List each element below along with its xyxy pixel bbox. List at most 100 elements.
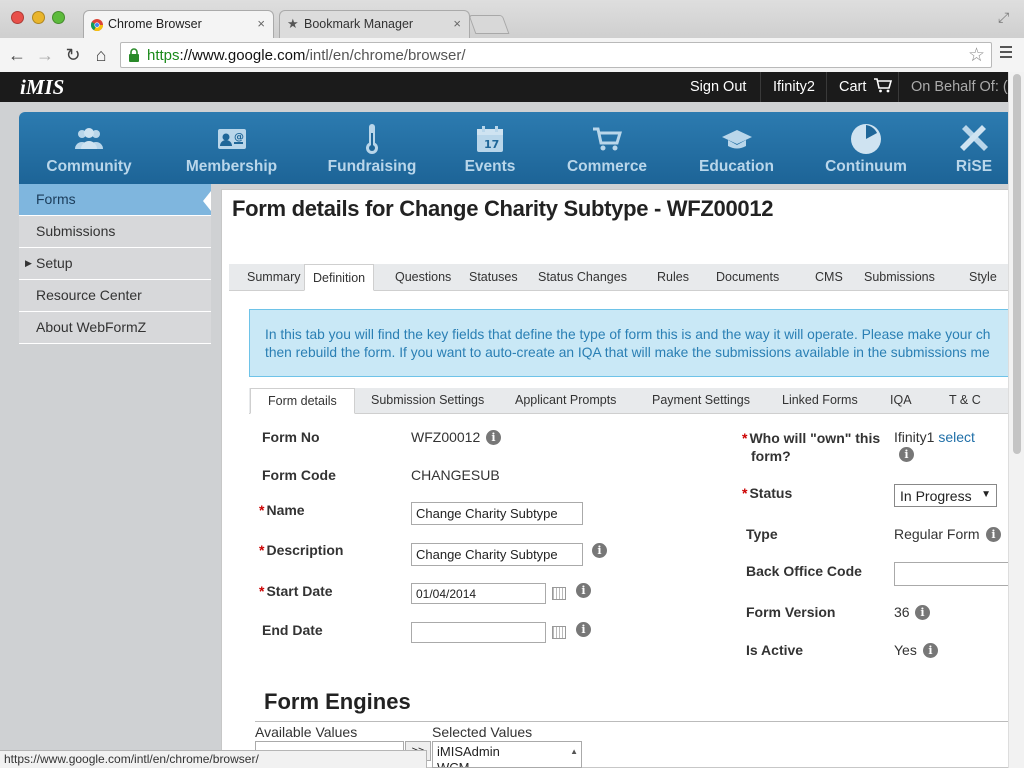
calendar-icon[interactable] — [552, 587, 566, 600]
community-icon — [75, 128, 103, 149]
nav-fundraising[interactable]: Fundraising — [319, 112, 425, 184]
minimize-window-button[interactable] — [32, 11, 45, 24]
subtab-form-details[interactable]: Form details — [250, 388, 355, 414]
reload-icon[interactable]: ↻ — [62, 44, 84, 66]
menu-item-submissions[interactable]: Submissions — [19, 216, 211, 248]
start-date-label: * Start Date — [259, 583, 333, 599]
info-icon[interactable]: i — [899, 447, 914, 462]
info-icon[interactable]: i — [576, 583, 591, 598]
tab-rules[interactable]: Rules — [657, 264, 689, 290]
chrome-logo-icon — [91, 19, 103, 31]
subtab-terms[interactable]: T & C — [949, 388, 981, 413]
browser-tab-bookmark-manager[interactable]: ★ Bookmark Manager × — [279, 10, 470, 38]
pie-clock-icon — [851, 124, 881, 154]
info-icon[interactable]: i — [576, 622, 591, 637]
status-select[interactable]: In Progress ▼ — [894, 484, 997, 507]
name-label-text: Name — [266, 502, 305, 518]
calendar-icon: 17 — [477, 126, 503, 152]
zoom-window-button[interactable] — [52, 11, 65, 24]
tab-submissions[interactable]: Submissions — [864, 264, 935, 290]
owner-value: Ifinity1 select — [894, 429, 975, 445]
required-mark: * — [742, 430, 748, 446]
back-arrow-icon[interactable]: ← — [6, 44, 28, 66]
list-item[interactable]: iMISAdmin — [437, 744, 577, 760]
menu-item-about-webformz[interactable]: About WebFormZ — [19, 312, 211, 344]
required-mark: * — [259, 542, 265, 558]
menu-item-resource-center[interactable]: Resource Center — [19, 280, 211, 312]
info-icon[interactable]: i — [986, 527, 1001, 542]
info-icon[interactable]: i — [486, 430, 501, 445]
owner-name: Ifinity1 — [894, 429, 935, 445]
user-link[interactable]: Ifinity2 — [760, 72, 827, 102]
form-code-label: Form Code — [262, 467, 336, 483]
imis-logo[interactable]: iMIS — [20, 75, 64, 100]
nav-membership[interactable]: @ Membership — [179, 112, 284, 184]
browser-tab-chrome[interactable]: Chrome Browser × — [83, 10, 274, 38]
subtab-applicant-prompts[interactable]: Applicant Prompts — [515, 388, 616, 413]
divider — [255, 721, 1008, 722]
nav-label: RiSE — [955, 158, 993, 175]
back-office-code-input[interactable] — [894, 562, 1008, 586]
tab-label: Bookmark Manager — [304, 17, 414, 31]
nav-community[interactable]: Community — [39, 112, 139, 184]
url-text: https://www.google.com/intl/en/chrome/br… — [147, 47, 466, 64]
tab-style[interactable]: Style — [969, 264, 997, 290]
home-icon[interactable]: ⌂ — [90, 44, 112, 66]
start-date-input[interactable] — [411, 583, 546, 604]
browser-titlebar: Chrome Browser × ★ Bookmark Manager × ⤢ — [0, 0, 1024, 39]
scrollbar-thumb[interactable] — [1013, 74, 1021, 454]
subtab-iqa[interactable]: IQA — [890, 388, 912, 413]
nav-continuum[interactable]: Continuum — [819, 112, 913, 184]
tab-summary[interactable]: Summary — [247, 264, 300, 290]
info-icon[interactable]: i — [592, 543, 607, 558]
forward-arrow-icon[interactable]: → — [34, 44, 56, 66]
tab-statuses[interactable]: Statuses — [469, 264, 518, 290]
nav-label: Education — [699, 158, 774, 175]
tab-definition[interactable]: Definition — [304, 264, 375, 291]
subtab-submission-settings[interactable]: Submission Settings — [371, 388, 484, 413]
tab-close-icon[interactable]: × — [453, 16, 461, 31]
tab-cms[interactable]: CMS — [815, 264, 843, 290]
cart-link[interactable]: Cart — [826, 72, 905, 102]
close-window-button[interactable] — [11, 11, 24, 24]
subtab-linked-forms[interactable]: Linked Forms — [782, 388, 858, 413]
fullscreen-icon[interactable]: ⤢ — [998, 9, 1009, 26]
sign-out-link[interactable]: Sign Out — [678, 72, 758, 102]
tab-documents[interactable]: Documents — [716, 264, 779, 290]
nav-commerce[interactable]: Commerce — [559, 112, 655, 184]
on-behalf-of[interactable]: On Behalf Of: (s — [898, 72, 1024, 102]
owner-select-link[interactable]: select — [938, 429, 975, 445]
nav-label: Membership — [185, 158, 278, 175]
new-tab-button[interactable] — [468, 15, 510, 34]
tab-close-icon[interactable]: × — [257, 16, 265, 31]
calendar-icon[interactable] — [552, 626, 566, 639]
info-icon[interactable]: i — [915, 605, 930, 620]
owner-label: * Who will "own" this form? — [742, 429, 880, 465]
scroll-up-icon[interactable]: ▲ — [570, 744, 578, 760]
page-scrollbar[interactable] — [1008, 72, 1024, 768]
url-host: ://www.google.com — [179, 47, 306, 64]
tab-status-changes[interactable]: Status Changes — [538, 264, 627, 290]
nav-rise[interactable]: RiSE — [949, 112, 999, 184]
menu-item-forms[interactable]: Forms — [19, 184, 211, 216]
description-input[interactable] — [411, 543, 583, 566]
url-path: /intl/en/chrome/browser/ — [305, 47, 466, 64]
name-input[interactable] — [411, 502, 583, 525]
end-date-input[interactable] — [411, 622, 546, 643]
subtab-payment-settings[interactable]: Payment Settings — [652, 388, 750, 413]
menu-icon[interactable] — [1000, 46, 1012, 58]
tab-questions[interactable]: Questions — [395, 264, 451, 290]
bookmark-star-icon[interactable]: ☆ — [968, 44, 985, 67]
expand-arrow-icon[interactable]: ▶ — [25, 248, 32, 279]
nav-events[interactable]: 17 Events — [459, 112, 521, 184]
left-menu: Forms Submissions ▶ Setup Resource Center… — [19, 184, 211, 344]
tools-icon — [960, 125, 988, 151]
list-item[interactable]: WCM — [437, 760, 577, 767]
address-bar[interactable]: https://www.google.com/intl/en/chrome/br… — [120, 42, 992, 68]
nav-education[interactable]: Education — [689, 112, 784, 184]
menu-item-setup[interactable]: ▶ Setup — [19, 248, 211, 280]
info-icon[interactable]: i — [923, 643, 938, 658]
menu-item-label: Setup — [36, 255, 73, 271]
selected-values-list[interactable]: iMISAdmin WCM ▲ — [432, 741, 582, 768]
owner-label-line-1: Who will "own" this — [749, 430, 881, 446]
